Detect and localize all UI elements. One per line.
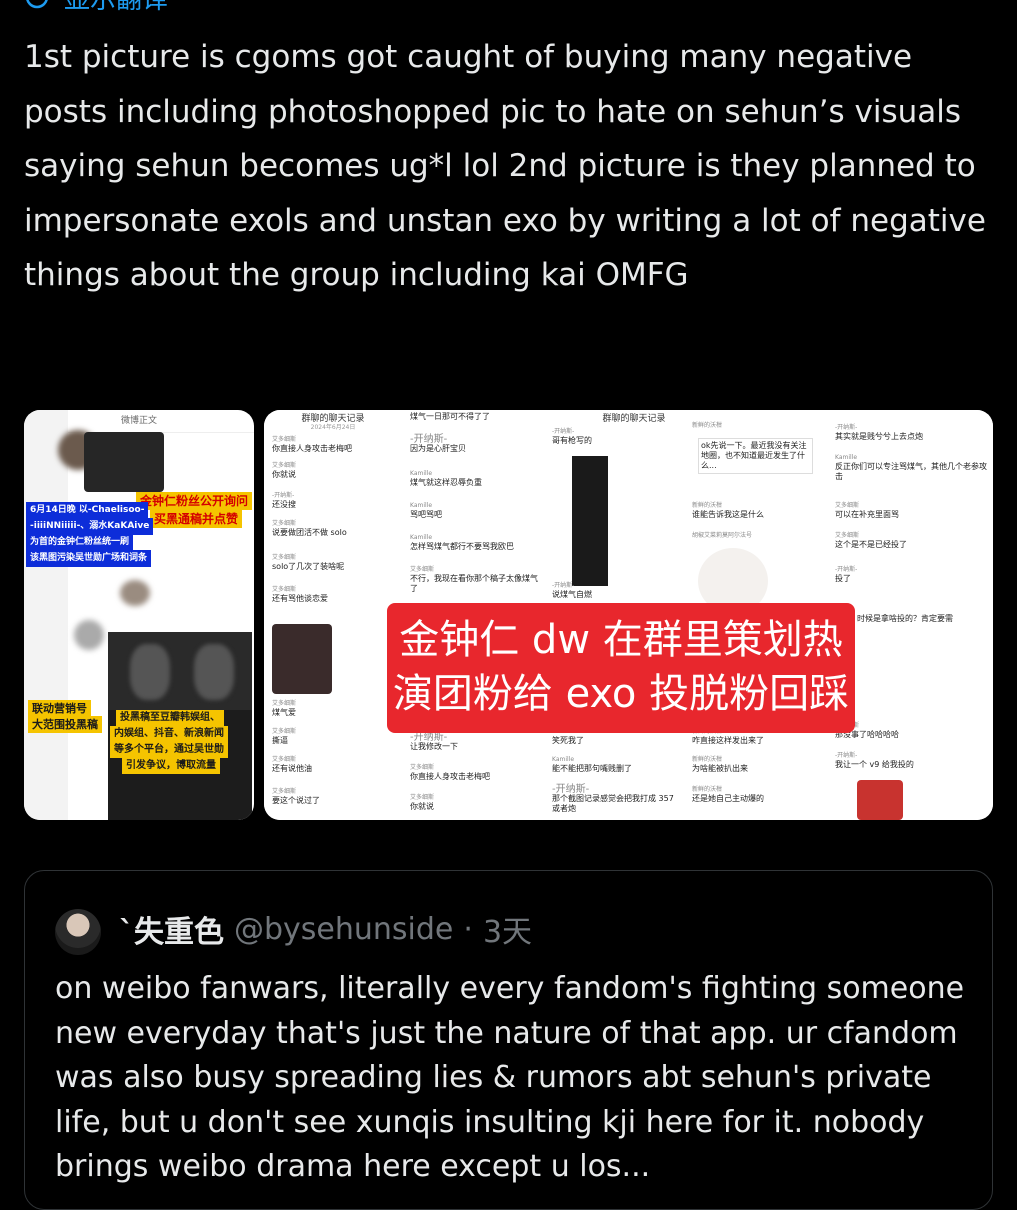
chat-message: Kamille 怎样骂煤气都行不要骂我欧巴 [410,534,514,551]
chat-message: -开纳斯- 还没搜 [272,492,296,509]
red-caption-overlay: 金钟仁 dw 在群里策划热 演团粉给 exo 投脱粉回踩 [387,603,855,733]
chat-message: 新鲜的沃柑 还是她自己主动爆的 [692,786,764,803]
chat-message: 新鲜的沃柑 谁能告诉我这是什么 [692,502,764,519]
tweet-image-2[interactable]: 群聊的聊天记录 2024年6月24日 艾多细斯 你直接人身攻击老梅吧 艾多细斯 你就… [264,410,993,820]
chat-title: 群聊的聊天记录 [602,414,666,424]
chat-message: 艾多细斯 你直接人身攻击老梅吧 [410,764,490,781]
chat-message: Kamille 骂吧骂吧 [410,502,442,519]
user-handle[interactable]: @bysehunside [234,912,453,947]
chat-message: 艾多细斯 你就说 [410,794,435,811]
caption-tag: 联动营销号 [28,700,91,717]
blurred-avatar [120,580,150,606]
caption-tag: 投黑稿至豆瓣韩娱组、 [116,710,224,726]
chat-message: 艾多细斯 可以在补充里面骂 [835,502,899,519]
chat-message: 艾多细斯 说要做团活不做 solo [272,520,347,537]
chat-message: -开纳斯- 让我修改一下 [410,732,458,752]
caption-tag: -iiiiNNiiiii-、溺水KaKAive [26,518,154,535]
blurred-figure [130,644,170,700]
chat-message: -开纳斯- 投了 [835,566,858,583]
blurred-figure [194,644,234,700]
chat-message: 艾多细斯 你就说 [272,462,297,479]
chat-message: 新鲜的沃柑 为啥能被扒出来 [692,756,748,773]
chat-message: 新鲜的沃柑 [692,422,723,429]
quoted-tweet-header: `失重色 @bysehunside · 3天 [119,911,532,951]
dark-photo [84,432,164,492]
translate-row[interactable]: 显示翻译 [24,0,168,15]
quoted-tweet[interactable]: `失重色 @bysehunside · 3天 on weibo fanwars,… [24,870,993,1210]
chat-message: 艾多细斯 煤气爱 [272,700,297,717]
caption-tag: 为首的金钟仁粉丝统一刷 [26,534,134,551]
chat-message: 艾多细斯那没事了哈哈哈哈 [835,722,899,739]
chat-date: 2024年6月24日 [310,424,356,431]
chat-message: -开纳斯- 哥有枪写的 [552,428,592,445]
chat-column-1: 群聊的聊天记录 2024年6月24日 艾多细斯 你直接人身攻击老梅吧 艾多细斯 你就… [264,410,403,820]
chat-message: Kamille 反正你们可以专注骂煤气，其他几个老参攻击 [835,454,987,481]
caption-tag: 金钟仁粉丝公开询问 [136,492,253,510]
tweet-text: 1st picture is cgoms got caught of buyin… [24,39,986,293]
show-translation-link[interactable]: 显示翻译 [64,0,168,16]
chat-message: -开纳斯- 其实就是贱兮兮上去点炮 [835,424,923,441]
chat-message: -开纳斯- 说煤气自燃 [552,582,592,599]
chat-message: 艾多细斯 这个是不是已经投了 [835,532,907,549]
chat-message: -开纳斯- 我让一个 v9 给我投的 [835,752,914,769]
translate-icon [24,0,50,10]
caption-tag: 内娱组、抖音、新浪新闻 [110,726,228,742]
chat-message: Kamille 煤气就这样忍辱负重 [410,470,482,487]
blurred-avatar [74,620,104,650]
chat-message: -开纳斯- 那个截图记录感觉会把我打成 357 或者炮 [552,784,674,814]
chat-message: 艾多细斯 solo了几次了装啥呢 [272,554,345,571]
avatar[interactable] [55,909,101,955]
chat-message: 艾多细斯 还有说他油 [272,756,312,773]
chat-title: 群聊的聊天记录 [301,414,365,424]
caption-tag: 6月14日晚 以-Chaelisoo- [26,502,149,519]
display-name[interactable]: `失重色 [119,907,224,951]
caption-tag: 该黑图污染吴世勋广场和词条 [26,550,152,567]
chat-message: 艾多细斯 还有骂他谈恋爱 [272,586,328,603]
separator-dot: · [463,911,473,947]
chat-message: 胡椒艾菜莉莫阿尔法号 [692,532,753,539]
tweet-image-1[interactable]: 微博正文 金钟仁粉丝公开询问 买黑通稿并点赞 6月14日晚 以-Chaeliso… [24,410,254,820]
chat-photo [272,624,332,694]
chat-message: 煤气一日那可不得了了 [410,412,490,421]
chat-message: 艾多细斯 不行，我现在看你那个稿子太像煤气了 [410,566,538,593]
chat-screenshot [572,456,608,586]
overlay-line: 演团粉给 exo 投脱粉回踩 [392,671,850,717]
quoted-tweet-text: on weibo fanwars, literally every fandom… [55,971,965,1184]
chat-message: 艾多细斯 你直接人身攻击老梅吧 [272,436,352,453]
chat-message: -开纳斯- 因为是心肝宝贝 [410,434,466,454]
media-grid: 微博正文 金钟仁粉丝公开询问 买黑通稿并点赞 6月14日晚 以-Chaeliso… [24,410,993,820]
left-thumb-strip [24,410,68,820]
chat-message: 艾多细斯 撕逼 [272,728,297,745]
chat-message: 艾多细斯 要这个说过了 [272,788,320,805]
caption-tag: 引发争议，博取流量 [122,758,220,774]
chat-message: Kamille 能不能把那句嘴贱删了 [552,756,632,773]
chat-photo [857,780,903,820]
overlay-line: 金钟仁 dw 在群里策划热 [399,617,843,663]
caption-tag: 买黑通稿并点赞 [150,510,243,528]
timestamp[interactable]: 3天 [483,907,532,951]
caption-tag: 等多个平台，通过吴世勋 [110,742,228,758]
chat-message: 时候是拿啥投的？肯定要需 [857,614,953,623]
chat-message: ok先说一下。最近我没有关注地圈，也不知道最近发生了什么... [698,438,813,474]
caption-tag: 大范围投黑稿 [28,716,102,733]
